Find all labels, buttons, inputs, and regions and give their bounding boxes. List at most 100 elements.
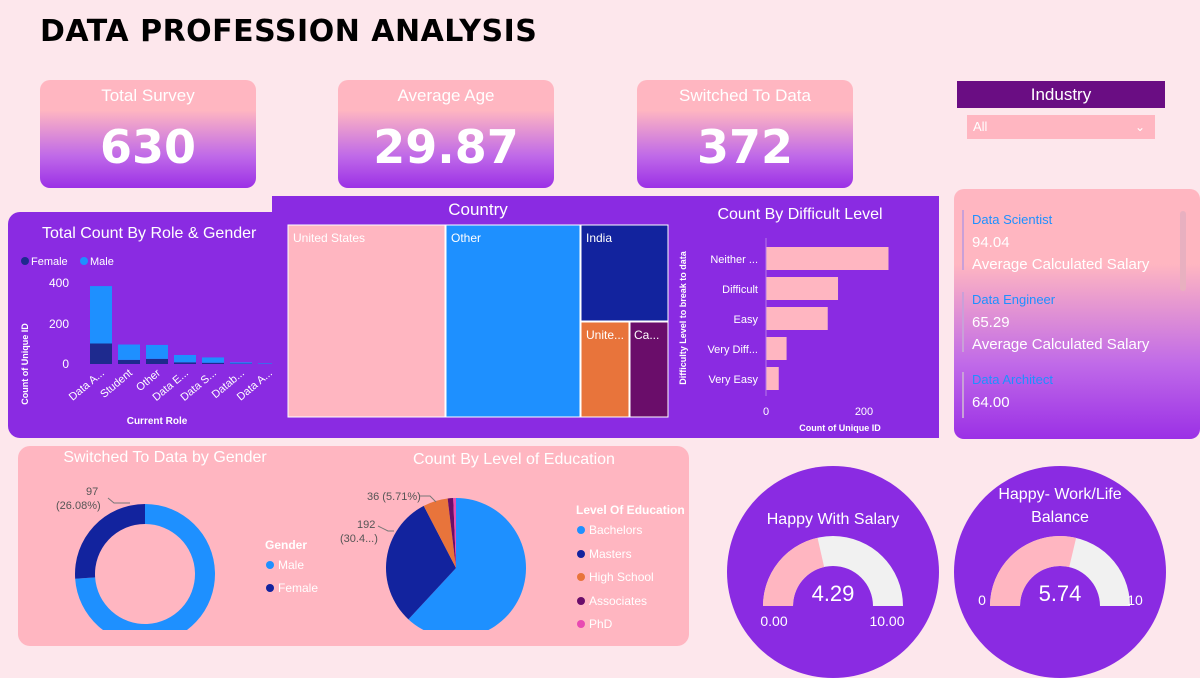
x-tick-label: Data A...	[67, 367, 107, 403]
bar-male[interactable]	[174, 355, 196, 362]
bar-female[interactable]	[146, 359, 168, 364]
legend-label-female[interactable]: Female	[278, 581, 318, 595]
scrollbar[interactable]	[1180, 211, 1186, 291]
bar-female[interactable]	[118, 360, 140, 364]
legend-label-bachelors[interactable]: Bachelors	[589, 523, 642, 537]
treemap-label: United States	[293, 231, 365, 245]
data-label: (30.4...)	[340, 533, 378, 545]
bar[interactable]	[766, 277, 838, 300]
role-gender-chart: Total Count By Role & Gender Female Male…	[8, 212, 293, 438]
treemap-title: Country	[272, 200, 684, 220]
y-axis-label: Difficulty Level to break to data	[678, 250, 688, 385]
kpi-card-total-survey: Total Survey 630	[40, 80, 256, 188]
leader-line	[378, 526, 394, 531]
y-tick-label: Very Diff...	[707, 344, 758, 356]
kpi-label: Average Age	[338, 86, 554, 106]
treemap-label: India	[586, 231, 612, 245]
treemap-label: Ca...	[634, 328, 659, 342]
bar-female[interactable]	[202, 363, 224, 364]
x-axis-label: Current Role	[127, 416, 188, 427]
leader-line	[108, 498, 130, 503]
salary-item-divider	[962, 210, 964, 270]
legend-label-associates[interactable]: Associates	[589, 594, 647, 608]
y-tick-label: 400	[49, 276, 69, 290]
x-tick-label: Student	[98, 367, 135, 401]
bar[interactable]	[766, 247, 889, 270]
y-tick-label: 0	[62, 357, 69, 371]
legend-marker	[266, 584, 274, 592]
treemap-cell-united-states[interactable]	[288, 225, 445, 417]
data-label: 192	[357, 519, 375, 531]
legend-label-male[interactable]: Male	[90, 256, 114, 268]
leader-line	[420, 496, 436, 502]
bar-male[interactable]	[202, 357, 224, 362]
x-tick-label: 0	[763, 406, 769, 418]
legend-label-masters[interactable]: Masters	[589, 547, 632, 561]
page-title: DATA PROFESSION ANALYSIS	[40, 14, 537, 49]
salary-item-divider	[962, 292, 964, 352]
salary-caption: Average Calculated Salary	[972, 336, 1149, 353]
salary-role-label: Data Scientist	[972, 212, 1052, 227]
legend-marker	[577, 526, 585, 534]
gauge-happy-salary: Happy With Salary 4.29 0.00 10.00	[727, 466, 939, 630]
treemap-cell-other[interactable]	[446, 225, 580, 417]
legend-label-phd[interactable]: PhD	[589, 617, 613, 630]
kpi-label: Total Survey	[40, 86, 256, 106]
bar[interactable]	[766, 307, 828, 330]
bar-male[interactable]	[118, 345, 140, 360]
x-tick-label: 200	[855, 406, 873, 418]
difficulty-chart: Count By Difficult Level Difficulty Leve…	[676, 196, 938, 438]
kpi-card-average-age: Average Age 29.87	[338, 80, 554, 188]
salary-value: 64.00	[972, 394, 1010, 411]
slice-female[interactable]	[75, 504, 145, 579]
slice-male[interactable]	[75, 504, 215, 630]
y-tick-label: 200	[49, 317, 69, 331]
legend-label-high-school[interactable]: High School	[589, 570, 654, 584]
gauge-title: Happy- Work/Life	[998, 486, 1121, 503]
bar-female[interactable]	[174, 362, 196, 364]
gauge-value: 5.74	[1039, 581, 1082, 606]
salary-value: 65.29	[972, 314, 1010, 331]
bar-male[interactable]	[90, 286, 112, 343]
legend-marker-male	[80, 257, 88, 265]
legend-marker	[577, 573, 585, 581]
chart-title: Switched To Data by Gender	[63, 449, 267, 466]
data-label: (26.08%)	[56, 500, 101, 512]
legend-label-male[interactable]: Male	[278, 558, 304, 572]
chevron-down-icon[interactable]: ⌄	[1135, 115, 1145, 139]
salary-role-label: Data Engineer	[972, 292, 1055, 307]
legend-label-female[interactable]: Female	[31, 256, 68, 268]
kpi-card-switched-to-data: Switched To Data 372	[637, 80, 853, 188]
gauge-work-life: Happy- Work/Life Balance 5.74 0 10	[954, 466, 1166, 630]
bar-male[interactable]	[230, 362, 252, 363]
donut-charts: Switched To Data by Gender 97 (26.08%) G…	[18, 446, 689, 630]
kpi-value: 372	[637, 120, 853, 174]
bar-female[interactable]	[90, 344, 112, 365]
bar-male[interactable]	[146, 345, 168, 359]
industry-slicer-header: Industry	[957, 81, 1165, 108]
legend-marker-female	[21, 257, 29, 265]
country-treemap: United States Other India Unite... Ca...	[287, 224, 671, 418]
y-tick-label: Neither ...	[710, 254, 758, 266]
kpi-value: 630	[40, 120, 256, 174]
data-label: 97	[86, 486, 98, 498]
treemap-label: Unite...	[586, 328, 624, 342]
industry-selected-value: All	[973, 119, 987, 134]
bar[interactable]	[766, 367, 779, 390]
gauge-value: 4.29	[812, 581, 855, 606]
legend-marker	[577, 550, 585, 558]
legend-marker	[577, 597, 585, 605]
data-label: 36 (5.71%)	[367, 491, 421, 503]
bar[interactable]	[766, 337, 787, 360]
gauge-max-label: 10.00	[869, 613, 904, 629]
chart-title: Total Count By Role & Gender	[42, 225, 257, 242]
gauge-min-label: 0.00	[760, 613, 787, 629]
kpi-value: 29.87	[338, 120, 554, 174]
treemap-label: Other	[451, 231, 481, 245]
legend-title: Level Of Education	[576, 503, 685, 517]
salary-item-divider	[962, 372, 964, 418]
legend-marker	[266, 561, 274, 569]
industry-dropdown[interactable]: All ⌄	[967, 115, 1155, 139]
legend-marker	[577, 620, 585, 628]
y-tick-label: Difficult	[722, 284, 758, 296]
